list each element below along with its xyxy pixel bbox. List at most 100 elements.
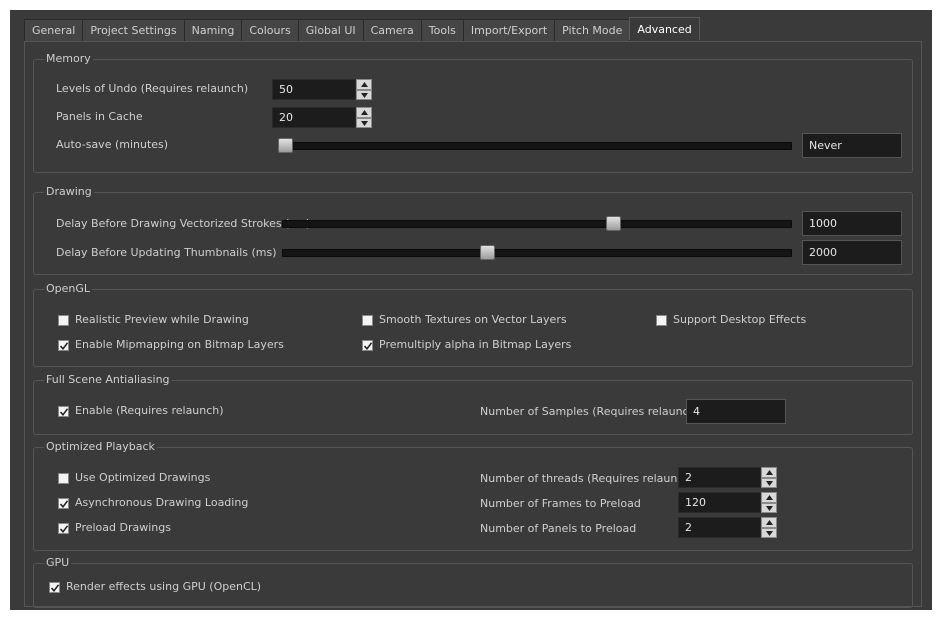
panels-preload-input[interactable]: 2 xyxy=(678,517,761,538)
smooth-textures-checkbox[interactable]: Smooth Textures on Vector Layers xyxy=(362,313,567,327)
checkmark-icon xyxy=(59,524,69,533)
realistic-preview-checkbox[interactable]: Realistic Preview while Drawing xyxy=(58,313,249,327)
threads-spinbox[interactable]: 2 xyxy=(678,467,777,488)
render-gpu-checkbox[interactable]: Render effects using GPU (OpenCL) xyxy=(49,580,261,594)
threads-input[interactable]: 2 xyxy=(678,467,761,488)
delay-thumbnails-label: Delay Before Updating Thumbnails (ms) xyxy=(56,246,277,259)
memory-group: Memory Levels of Undo (Requires relaunch… xyxy=(33,52,913,173)
gpu-group-title: GPU xyxy=(44,556,72,570)
panels-cache-down-arrow-icon[interactable] xyxy=(356,117,372,128)
threads-up-arrow-icon[interactable] xyxy=(761,467,777,478)
mipmapping-label: Enable Mipmapping on Bitmap Layers xyxy=(75,338,284,351)
memory-group-title: Memory xyxy=(44,52,93,66)
drawing-group: Drawing Delay Before Drawing Vectorized … xyxy=(33,185,913,275)
async-loading-check-box[interactable] xyxy=(58,497,69,509)
panels-preload-up-arrow-icon[interactable] xyxy=(761,517,777,528)
autosave-label: Auto-save (minutes) xyxy=(56,138,169,151)
panels-cache-input[interactable]: 20 xyxy=(272,107,356,128)
undo-spinbox[interactable]: 50 xyxy=(272,79,372,100)
checkmark-icon xyxy=(363,341,373,350)
undo-input[interactable]: 50 xyxy=(272,79,356,100)
tab-colours[interactable]: Colours xyxy=(241,19,299,41)
samples-label: Number of Samples (Requires relaunch) xyxy=(480,405,700,418)
panels-preload-stepper[interactable] xyxy=(761,517,777,538)
tab-global-ui[interactable]: Global UI xyxy=(297,19,364,41)
panels-cache-spinbox[interactable]: 20 xyxy=(272,107,372,128)
frames-preload-spinbox[interactable]: 120 xyxy=(678,492,777,513)
tab-import-export[interactable]: Import/Export xyxy=(462,19,556,41)
smooth-textures-check-box[interactable] xyxy=(362,314,373,326)
smooth-textures-label: Smooth Textures on Vector Layers xyxy=(379,313,567,326)
frames-preload-up-arrow-icon[interactable] xyxy=(761,492,777,503)
delay-strokes-slider[interactable] xyxy=(282,216,792,231)
antialiasing-enable-label: Enable (Requires relaunch) xyxy=(75,404,224,417)
optimized-playback-group-title: Optimized Playback xyxy=(44,440,157,454)
tab-tools[interactable]: Tools xyxy=(420,19,464,41)
render-gpu-check-box[interactable] xyxy=(49,581,60,593)
samples-value-field[interactable]: 4 xyxy=(686,399,786,424)
frames-preload-stepper[interactable] xyxy=(761,492,777,513)
panels-preload-label: Number of Panels to Preload xyxy=(480,522,637,535)
opengl-group: OpenGL Realistic Preview while Drawing S… xyxy=(33,282,913,367)
render-gpu-label: Render effects using GPU (OpenCL) xyxy=(66,580,262,593)
preferences-window: General Project Settings Naming Colours … xyxy=(10,10,932,610)
delay-thumbnails-slider[interactable] xyxy=(282,245,792,260)
async-loading-label: Asynchronous Drawing Loading xyxy=(75,496,249,509)
tab-camera[interactable]: Camera xyxy=(362,19,422,41)
async-loading-checkbox[interactable]: Asynchronous Drawing Loading xyxy=(58,496,248,510)
threads-down-arrow-icon[interactable] xyxy=(761,477,777,488)
opengl-group-title: OpenGL xyxy=(44,282,93,296)
frames-preload-label: Number of Frames to Preload xyxy=(480,497,641,510)
use-optimized-check-box[interactable] xyxy=(58,472,69,484)
undo-stepper[interactable] xyxy=(356,79,372,100)
antialiasing-enable-check-box[interactable] xyxy=(58,405,69,417)
antialiasing-enable-checkbox[interactable]: Enable (Requires relaunch) xyxy=(58,404,224,418)
checkmark-icon xyxy=(50,583,60,592)
antialiasing-group: Full Scene Antialiasing Enable (Requires… xyxy=(33,373,913,435)
mipmapping-check-box[interactable] xyxy=(58,339,69,351)
delay-thumbnails-value-field[interactable]: 2000 xyxy=(802,240,902,265)
threads-stepper[interactable] xyxy=(761,467,777,488)
panels-cache-stepper[interactable] xyxy=(356,107,372,128)
mipmapping-checkbox[interactable]: Enable Mipmapping on Bitmap Layers xyxy=(58,338,284,352)
autosave-slider[interactable] xyxy=(278,138,792,153)
delay-strokes-slider-handle[interactable] xyxy=(606,216,622,231)
gpu-group: GPU Render effects using GPU (OpenCL) xyxy=(33,556,913,608)
desktop-effects-label: Support Desktop Effects xyxy=(673,313,807,326)
use-optimized-label: Use Optimized Drawings xyxy=(75,471,211,484)
premultiply-checkbox[interactable]: Premultiply alpha in Bitmap Layers xyxy=(362,338,571,352)
panels-cache-up-arrow-icon[interactable] xyxy=(356,107,372,118)
desktop-effects-checkbox[interactable]: Support Desktop Effects xyxy=(656,313,806,327)
tab-advanced[interactable]: Advanced xyxy=(629,17,700,40)
desktop-effects-check-box[interactable] xyxy=(656,314,667,326)
panels-cache-label: Panels in Cache xyxy=(56,110,143,123)
checkmark-icon xyxy=(59,407,69,416)
antialiasing-group-title: Full Scene Antialiasing xyxy=(44,373,172,387)
frames-preload-input[interactable]: 120 xyxy=(678,492,761,513)
delay-strokes-value-field[interactable]: 1000 xyxy=(802,211,902,236)
delay-thumbnails-slider-handle[interactable] xyxy=(480,245,495,260)
realistic-preview-label: Realistic Preview while Drawing xyxy=(75,313,249,326)
tab-naming[interactable]: Naming xyxy=(183,19,243,41)
threads-label: Number of threads (Requires relaunch) xyxy=(480,472,695,485)
preload-drawings-check-box[interactable] xyxy=(58,522,69,534)
panels-preload-spinbox[interactable]: 2 xyxy=(678,517,777,538)
premultiply-check-box[interactable] xyxy=(362,339,373,351)
undo-down-arrow-icon[interactable] xyxy=(356,89,372,100)
checkmark-icon xyxy=(59,341,69,350)
preload-drawings-label: Preload Drawings xyxy=(75,521,171,534)
realistic-preview-check-box[interactable] xyxy=(58,314,69,326)
frames-preload-down-arrow-icon[interactable] xyxy=(761,502,777,513)
premultiply-label: Premultiply alpha in Bitmap Layers xyxy=(379,338,572,351)
preload-drawings-checkbox[interactable]: Preload Drawings xyxy=(58,521,171,535)
tab-pitch-mode[interactable]: Pitch Mode xyxy=(554,19,631,41)
tab-bar: General Project Settings Naming Colours … xyxy=(24,17,700,41)
panels-preload-down-arrow-icon[interactable] xyxy=(761,527,777,538)
tab-project-settings[interactable]: Project Settings xyxy=(82,19,185,41)
undo-up-arrow-icon[interactable] xyxy=(356,79,372,90)
autosave-slider-handle[interactable] xyxy=(278,138,293,153)
use-optimized-checkbox[interactable]: Use Optimized Drawings xyxy=(58,471,210,485)
autosave-value-field[interactable]: Never xyxy=(802,133,902,158)
tab-general[interactable]: General xyxy=(24,19,84,41)
checkmark-icon xyxy=(59,499,69,508)
